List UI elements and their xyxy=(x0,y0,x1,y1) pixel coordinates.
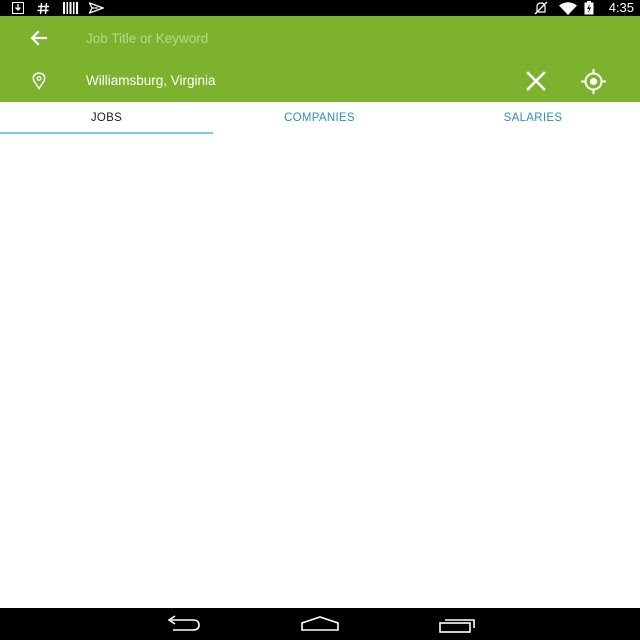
send-icon xyxy=(88,1,104,15)
results-content xyxy=(0,134,640,608)
mute-icon xyxy=(533,1,549,15)
status-time: 4:35 xyxy=(608,0,634,15)
navigation-bar xyxy=(0,608,640,640)
current-location-button[interactable] xyxy=(580,68,607,95)
keyword-row xyxy=(0,16,640,59)
search-header xyxy=(0,16,640,102)
tab-bar: JOBS COMPANIES SALARIES xyxy=(0,102,640,134)
back-button[interactable] xyxy=(24,26,52,50)
tab-jobs[interactable]: JOBS xyxy=(0,102,213,134)
battery-charging-icon xyxy=(583,1,595,15)
arrow-left-icon xyxy=(30,30,48,46)
gps-locate-icon xyxy=(581,69,606,94)
hashtag-icon xyxy=(36,1,50,15)
status-bar: 4:35 xyxy=(0,0,640,16)
location-pin-icon xyxy=(31,72,47,90)
home-icon xyxy=(301,616,339,631)
nav-home-button[interactable] xyxy=(300,614,340,634)
back-icon xyxy=(167,615,200,631)
clear-location-button[interactable] xyxy=(524,69,548,93)
nav-back-button[interactable] xyxy=(163,614,203,634)
wifi-icon xyxy=(558,1,578,15)
tab-salaries[interactable]: SALARIES xyxy=(426,102,640,134)
nav-recent-apps-button[interactable] xyxy=(437,614,477,634)
screen: 4:35 Job Title or Keyword Williamsburg, … xyxy=(0,0,640,640)
keyword-search-input[interactable] xyxy=(86,26,506,50)
location-row xyxy=(0,59,640,102)
recent-apps-icon xyxy=(439,619,475,633)
download-icon xyxy=(11,1,25,15)
tab-companies[interactable]: COMPANIES xyxy=(213,102,426,134)
close-icon xyxy=(526,71,546,91)
location-input[interactable] xyxy=(86,68,486,92)
barcode-icon xyxy=(62,1,78,15)
